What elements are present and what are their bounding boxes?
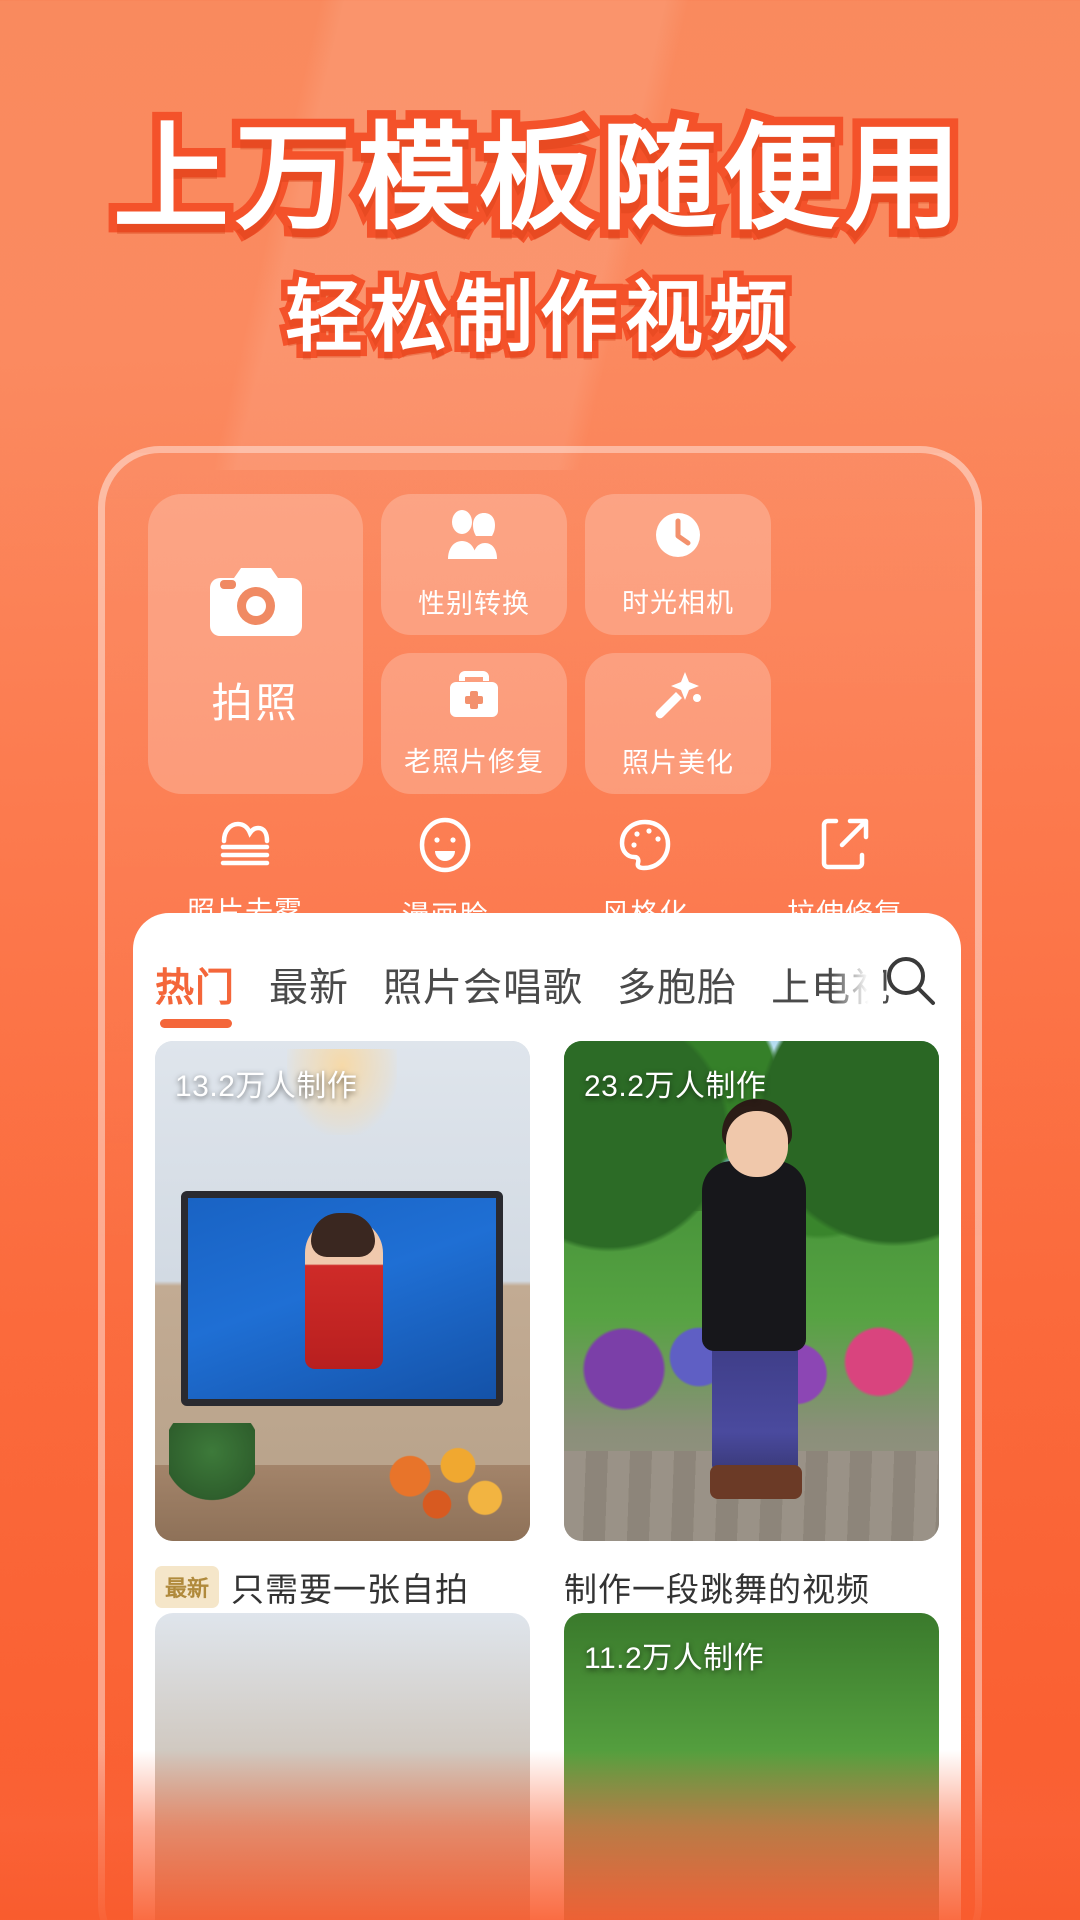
video-title: 只需要一张自拍: [231, 1571, 470, 1608]
video-make-count: 13.2万人制作: [175, 1070, 358, 1103]
search-icon[interactable]: [883, 953, 937, 1007]
feature-card-photo-restore[interactable]: 老照片修复: [381, 653, 567, 794]
magic-wand-icon: [652, 668, 704, 725]
smiley-face-icon: [419, 817, 471, 878]
thumbnail-scene-living-room: [155, 1041, 530, 1541]
expand-arrow-icon: [820, 817, 870, 876]
dehaze-icon: [216, 817, 274, 874]
camera-icon: [209, 560, 302, 643]
feature-card-label: 时光相机: [622, 587, 734, 618]
video-title: 制作一段跳舞的视频: [564, 1571, 870, 1608]
video-card[interactable]: 23.2万人制作 制作一段跳舞的视频: [564, 1041, 939, 1611]
palette-icon: [618, 817, 672, 876]
first-aid-kit-icon: [448, 669, 500, 724]
feature-card-time-camera[interactable]: 时光相机: [585, 494, 771, 635]
video-make-count: 11.2万人制作: [584, 1642, 765, 1675]
tab-latest[interactable]: 最新: [269, 957, 349, 1013]
tab-hot[interactable]: 热门: [155, 957, 235, 1013]
feature-card-label: 老照片修复: [404, 746, 544, 777]
status-badge: 最新: [155, 1566, 220, 1608]
two-people-icon: [446, 509, 502, 566]
feature-card-label: 照片美化: [622, 747, 734, 778]
feature-card-label: 性别转换: [418, 588, 530, 619]
video-thumbnail[interactable]: 13.2万人制作: [155, 1041, 530, 1541]
phone-mockup: 拍照 性别转换 时光相机 老照片修复 照片美化 照片去雾 热门 最新 照片会唱歌…: [98, 446, 982, 1920]
video-thumbnail[interactable]: 11.2万人制作: [564, 1613, 939, 1920]
video-title-row: 最新 只需要一张自拍: [155, 1563, 530, 1611]
tab-overflow-fade: [831, 947, 883, 1017]
tab-photo-sings[interactable]: 照片会唱歌: [383, 957, 583, 1013]
content-sheet: 热门 最新 照片会唱歌 多胞胎 上电视: [133, 913, 961, 1920]
video-card[interactable]: 13.2万人制作 最新 只需要一张自拍: [155, 1041, 530, 1611]
page-subtitle: 轻松制作视频: [278, 272, 795, 363]
hero-section: 上万模板随便用 轻松制作视频: [0, 0, 1080, 363]
video-card-grid-peek: 11.2万人制作: [155, 1613, 939, 1920]
tab-multiples[interactable]: 多胞胎: [617, 957, 737, 1013]
feature-card-label: 拍照: [211, 679, 300, 726]
video-card-grid: 13.2万人制作 最新 只需要一张自拍 23.2万人制作 制作一段跳舞的视频: [155, 1041, 939, 1611]
video-make-count: 23.2万人制作: [584, 1070, 767, 1103]
feature-grid: 拍照 性别转换 时光相机 老照片修复 照片美化: [148, 494, 938, 794]
feature-card-gender-swap[interactable]: 性别转换: [381, 494, 567, 635]
feature-card-photo-beautify[interactable]: 照片美化: [585, 653, 771, 794]
thumbnail-scene-forest: [564, 1041, 939, 1541]
tab-active-underline: [160, 1019, 232, 1028]
clock-icon: [653, 510, 703, 565]
feature-card-camera[interactable]: 拍照: [148, 494, 363, 794]
video-thumbnail[interactable]: 23.2万人制作: [564, 1041, 939, 1541]
video-thumbnail[interactable]: [155, 1613, 530, 1920]
tab-bar: 热门 最新 照片会唱歌 多胞胎 上电视: [133, 913, 961, 1028]
page-title: 上万模板随便用: [105, 112, 970, 245]
